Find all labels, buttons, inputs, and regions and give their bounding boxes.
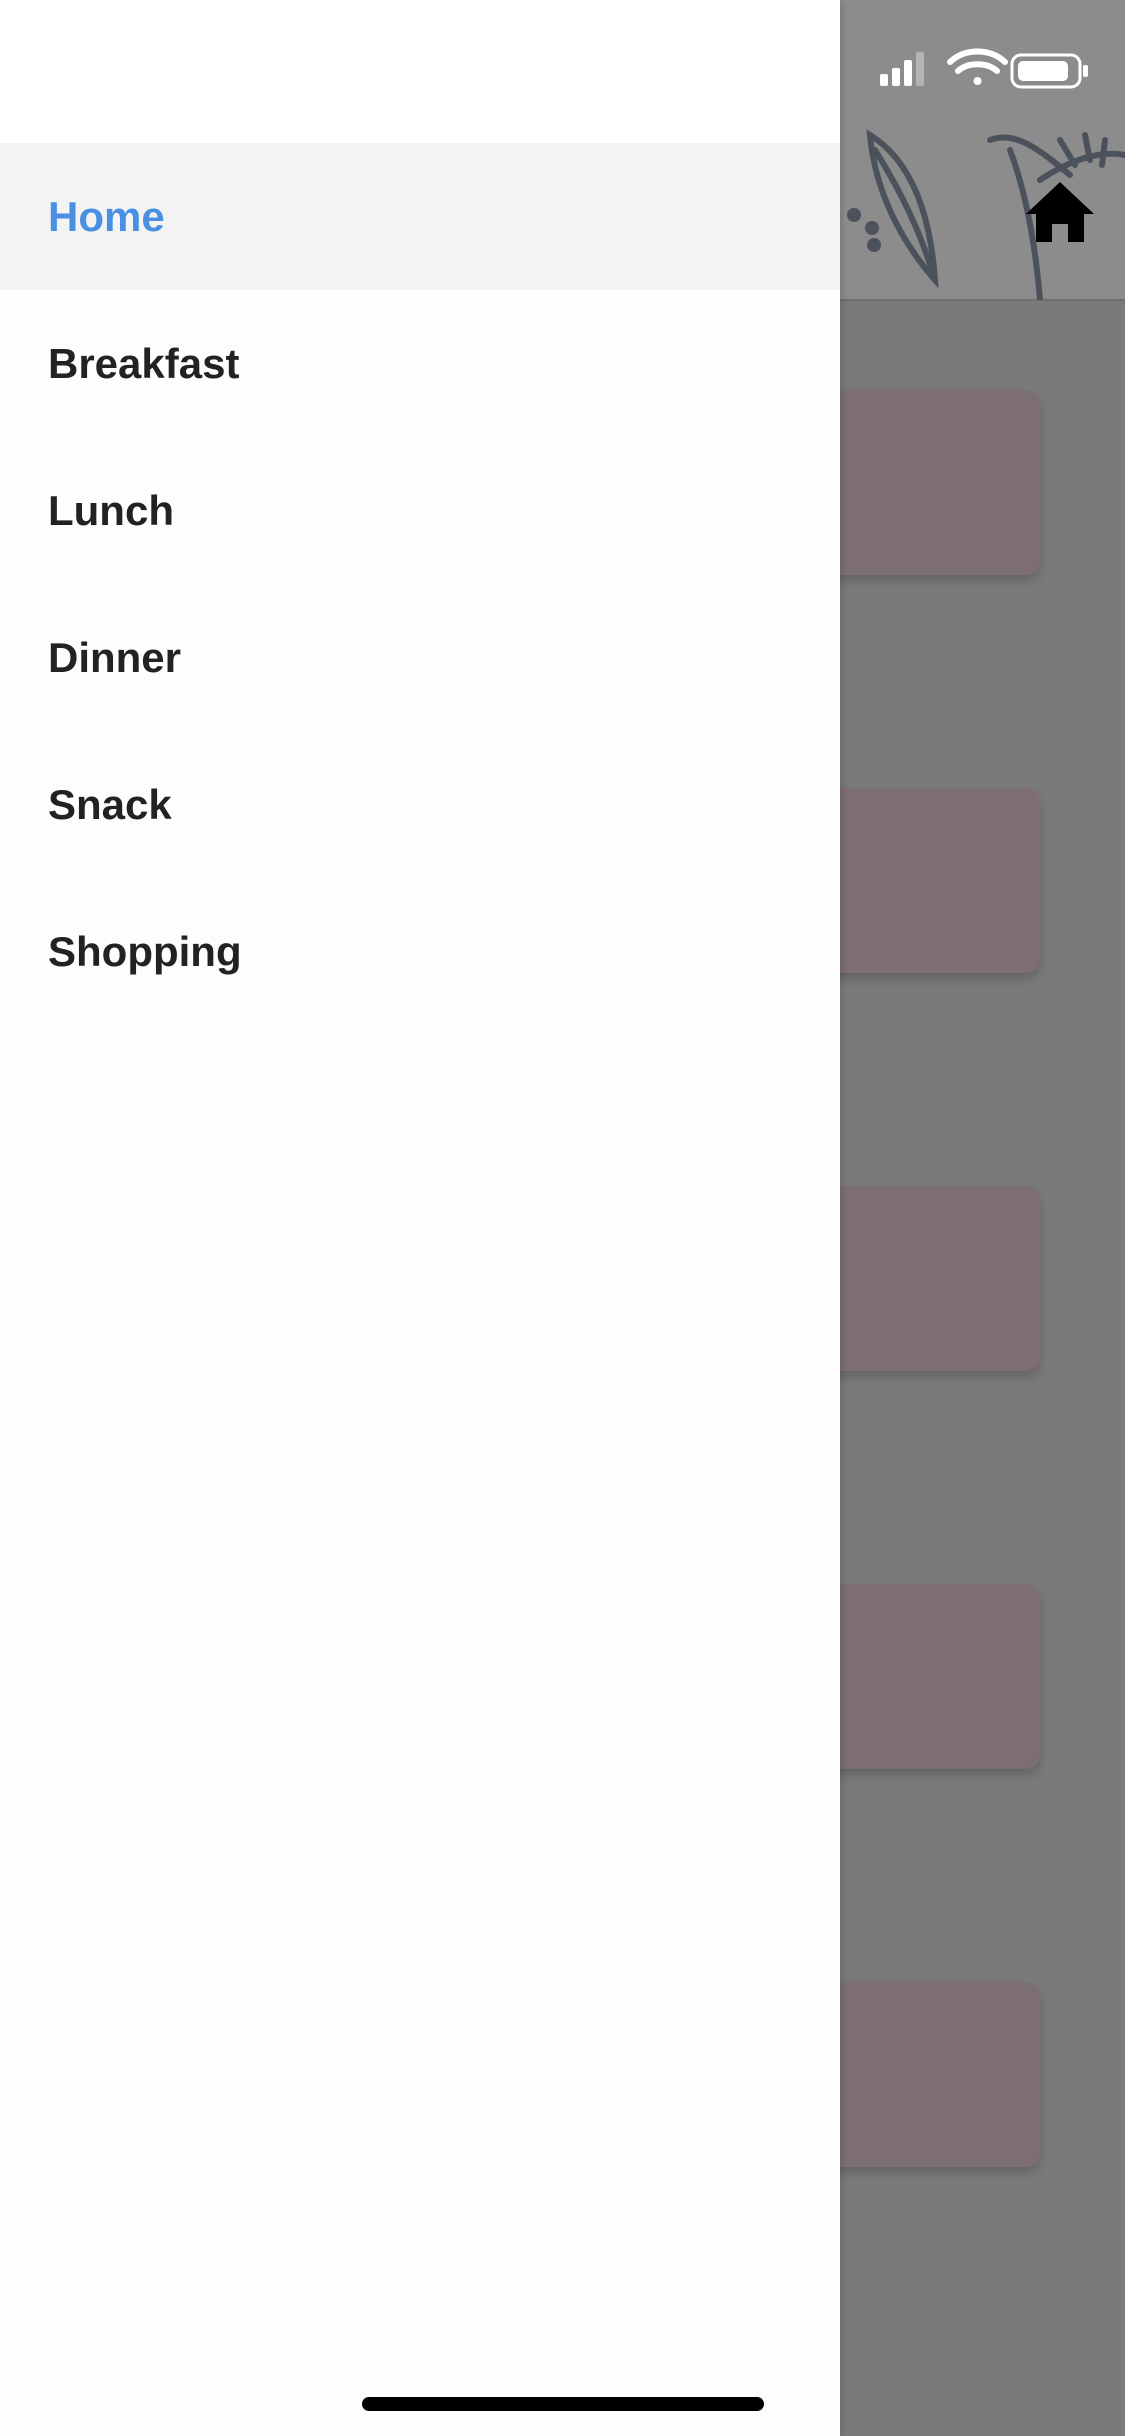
drawer-item-label: Snack xyxy=(48,780,172,828)
drawer-header xyxy=(0,0,840,143)
status-bar xyxy=(880,48,1088,89)
home-icon[interactable] xyxy=(1024,180,1096,244)
app-screen: Home Breakfast Lunch Dinner Snack Shoppi… xyxy=(0,0,1125,2436)
cellular-signal-icon xyxy=(880,52,924,86)
drawer-item-home[interactable]: Home xyxy=(0,143,840,290)
drawer-item-shopping[interactable]: Shopping xyxy=(0,878,840,1025)
drawer-menu: Home Breakfast Lunch Dinner Snack Shoppi… xyxy=(0,143,840,1025)
drawer-item-label: Home xyxy=(48,192,165,240)
drawer-item-dinner[interactable]: Dinner xyxy=(0,584,840,731)
drawer-item-label: Shopping xyxy=(48,927,242,975)
drawer-item-label: Dinner xyxy=(48,633,182,681)
drawer-item-lunch[interactable]: Lunch xyxy=(0,437,840,584)
navigation-drawer: Home Breakfast Lunch Dinner Snack Shoppi… xyxy=(0,0,840,2436)
drawer-item-breakfast[interactable]: Breakfast xyxy=(0,290,840,437)
drawer-item-label: Lunch xyxy=(48,486,174,534)
wifi-icon xyxy=(947,48,1008,85)
home-indicator-bar[interactable] xyxy=(362,2397,764,2411)
battery-icon xyxy=(1010,53,1088,89)
drawer-item-label: Breakfast xyxy=(48,339,240,387)
drawer-item-snack[interactable]: Snack xyxy=(0,731,840,878)
